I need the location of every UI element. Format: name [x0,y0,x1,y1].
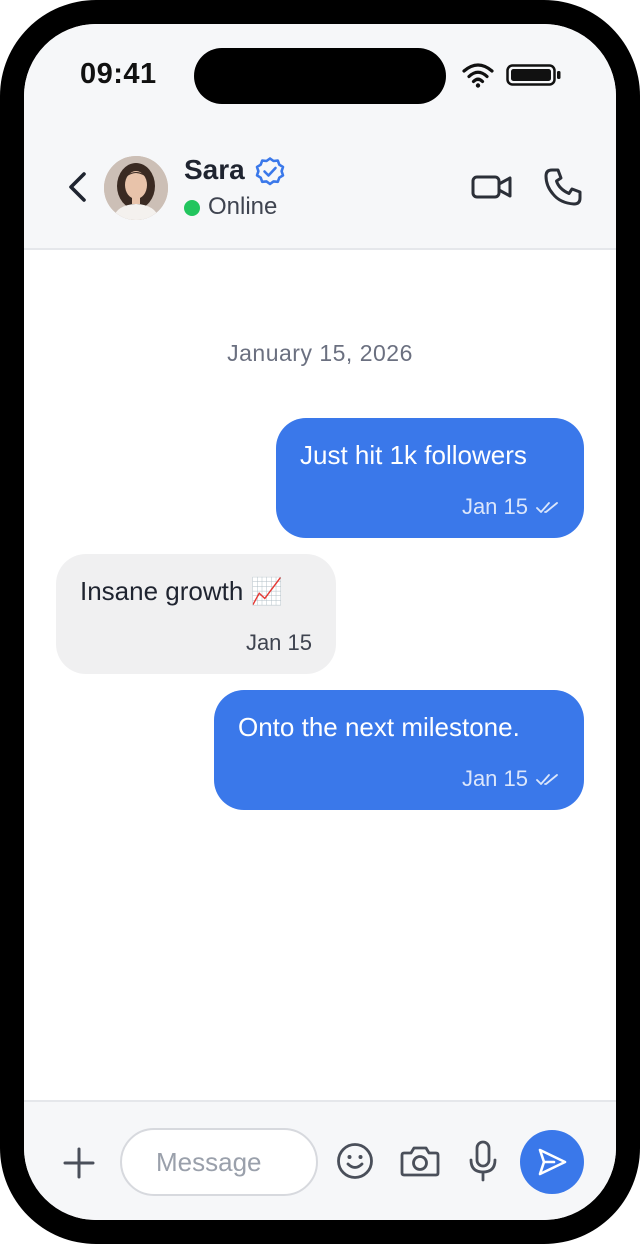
message-time: Jan 15 [461,766,528,791]
message-meta: Jan 15 [246,630,312,656]
phone-frame: 09:41 Sara Online January 15, 2026 Just … [0,0,640,1244]
screen: 09:41 Sara Online January 15, 2026 Just … [24,24,616,1220]
message-text: Insane growth 📈 [80,576,283,606]
microphone-icon[interactable] [468,1140,498,1182]
dynamic-island [194,48,446,104]
send-icon [538,1148,567,1176]
wifi-icon [462,63,494,88]
avatar[interactable] [104,156,168,220]
read-receipt-icon [536,774,558,785]
message-list[interactable]: January 15, 2026 Just hit 1k followers J… [24,250,616,1100]
date-separator: January 15, 2026 [227,340,413,366]
message-bubble-outgoing[interactable]: Just hit 1k followers Jan 15 [276,418,584,538]
message-meta: Jan 15 [462,494,560,520]
message-bubble-outgoing[interactable]: Onto the next milestone. Jan 15 [214,690,584,810]
contact-name: Sara [184,154,245,185]
phone-call-icon[interactable] [542,166,584,208]
camera-icon[interactable] [400,1144,440,1178]
message-time: Jan 15 [461,494,528,519]
avatar-photo [104,156,168,220]
message-text: Just hit 1k followers [300,440,527,470]
status-time: 09:41 [80,58,157,90]
message-composer [24,1100,616,1220]
send-button[interactable] [520,1130,584,1194]
battery-icon [506,64,561,86]
status-bar: 09:41 [24,24,616,124]
status-text: Online [208,193,278,220]
emoji-icon[interactable] [336,1142,374,1180]
chat-header: Sara Online [24,124,616,250]
read-receipt-icon [536,502,558,513]
online-indicator [184,200,200,216]
message-time: Jan 15 [245,630,312,655]
plus-icon[interactable] [62,1146,96,1180]
message-meta: Jan 15 [462,766,560,792]
message-bubble-incoming[interactable]: Insane growth 📈 Jan 15 [56,554,336,674]
chevron-left-icon[interactable] [64,170,92,204]
message-text: Onto the next milestone. [238,712,520,742]
message-input[interactable] [120,1128,318,1196]
video-call-icon[interactable] [470,170,514,204]
verified-badge-icon [255,157,285,186]
